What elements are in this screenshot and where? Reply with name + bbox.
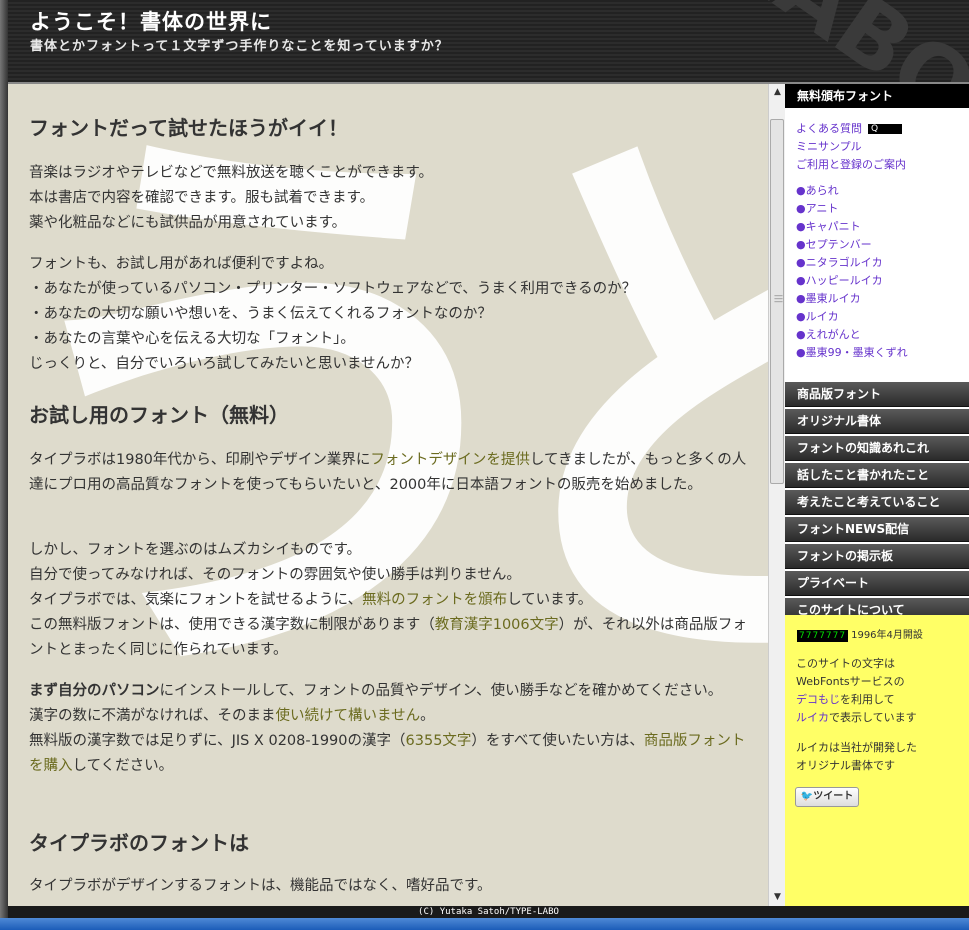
scroll-up-arrow-icon[interactable]: ▲	[769, 84, 786, 101]
heading-try-fonts: フォントだって試せたほうがイイ！	[29, 116, 348, 140]
link-ruika[interactable]: ルイカ	[796, 711, 829, 724]
tweet-button[interactable]: 🐦ツイート	[795, 787, 859, 807]
link-free-fonts[interactable]: 無料のフォントを頒布	[362, 592, 507, 608]
sidebar-links: よくある質問 Q ミニサンプル ご利用と登録のご案内	[785, 108, 969, 174]
font-item-happy-ruika[interactable]: ●ハッピールイカ	[796, 272, 969, 290]
sidebar-link-faq[interactable]: よくある質問	[796, 122, 862, 135]
site-header: LABO ようこそ！書体の世界に 書体とかフォントって１文字ずつ手作りなことを知…	[8, 0, 969, 82]
menu-item-thoughts[interactable]: 考えたこと考えていること	[785, 490, 969, 515]
site-title: ようこそ！書体の世界に	[30, 10, 272, 34]
counter-digits: 7777777	[797, 630, 849, 642]
header-watermark: LABO	[711, 0, 969, 82]
copyright-footer: (C) Yutaka Satoh/TYPE-LABO	[8, 906, 969, 918]
font-item-september[interactable]: ●セプテンバー	[796, 236, 969, 254]
menu-item-private[interactable]: プライベート	[785, 571, 969, 596]
grip-icon: — — —	[774, 291, 783, 307]
free-font-list: ●あられ ●アニト ●キャパニト ●セプテンバー ●ニタラゴルイカ ●ハッピール…	[785, 174, 969, 362]
link-6355-chars[interactable]: 6355文字	[406, 733, 472, 749]
link-decomoji[interactable]: デコもじ	[796, 693, 840, 706]
menu-item-font-news[interactable]: フォントNEWS配信	[785, 517, 969, 542]
scroll-thumb[interactable]: — — —	[770, 119, 784, 484]
q-badge-icon: Q	[868, 124, 902, 134]
heading-typelabo-fonts: タイプラボのフォントは	[29, 831, 249, 855]
font-item-elegant[interactable]: ●えれがんと	[796, 326, 969, 344]
os-taskbar	[0, 918, 969, 930]
link-kyoiku-kanji[interactable]: 教育漢字1006文字	[435, 617, 559, 633]
font-item-arare[interactable]: ●あられ	[796, 182, 969, 200]
sidebar-link-guide[interactable]: ご利用と登録のご案内	[796, 156, 969, 174]
font-item-bokuto-ruika[interactable]: ●墨東ルイカ	[796, 290, 969, 308]
main-content[interactable]: ありがとう フォントだって試せたほうがイイ！ 音楽はラジオやテレビなどで無料放送…	[8, 84, 768, 906]
site-info-box: 7777777 1996年4月開設 このサイトの文字は WebFontsサービスの…	[785, 615, 969, 906]
webfont-info: このサイトの文字は WebFontsサービスの デコもじを利用して ルイカで表示…	[796, 657, 917, 724]
font-item-ruika[interactable]: ●ルイカ	[796, 308, 969, 326]
site-subtitle: 書体とかフォントって１文字ずつ手作りなことを知っていますか？	[30, 39, 449, 54]
sidebar-menu: 商品版フォント オリジナル書体 フォントの知識あれこれ 話したこと書かれたこと …	[785, 382, 969, 625]
link-font-design[interactable]: フォントデザインを提供	[370, 452, 530, 468]
visit-counter: 7777777 1996年4月開設	[797, 626, 923, 642]
paragraph-install: まず自分のパソコンにインストールして、フォントの品質やデザイン、使い勝手などを確…	[29, 683, 746, 774]
window-frame	[0, 0, 8, 930]
menu-item-talks-writings[interactable]: 話したこと書かれたこと	[785, 463, 969, 488]
scroll-down-arrow-icon[interactable]: ▼	[769, 889, 786, 906]
font-item-bokuto99[interactable]: ●墨東99・墨東くずれ	[796, 344, 969, 362]
font-item-capanito[interactable]: ●キャパニト	[796, 218, 969, 236]
font-item-nitara-goruika[interactable]: ●ニタラゴルイカ	[796, 254, 969, 272]
paragraph-trial: フォントも、お試し用があれば便利ですよね。 ・あなたが使っているパソコン・プリン…	[29, 256, 637, 372]
since-text: 1996年4月開設	[851, 630, 923, 641]
link-keep-using[interactable]: 使い続けて構いません	[276, 708, 421, 724]
heading-free-fonts: お試し用のフォント（無料）	[29, 403, 289, 427]
paragraph-history: タイプラボは1980年代から、印刷やデザイン業界にフォントデザインを提供してきま…	[29, 452, 747, 493]
menu-item-bulletin-board[interactable]: フォントの掲示板	[785, 544, 969, 569]
vertical-scrollbar[interactable]: ▲ — — — ▼	[768, 84, 786, 906]
sidebar-link-mini-sample[interactable]: ミニサンプル	[796, 138, 969, 156]
font-item-anito[interactable]: ●アニト	[796, 200, 969, 218]
paragraph-philosophy: タイプラボがデザインするフォントは、機能品ではなく、嗜好品です。	[29, 878, 492, 894]
sidebar: 無料頒布フォント よくある質問 Q ミニサンプル ご利用と登録のご案内 ●あられ …	[785, 84, 969, 906]
menu-item-font-knowledge[interactable]: フォントの知識あれこれ	[785, 436, 969, 461]
twitter-bird-icon: 🐦	[800, 791, 814, 802]
menu-item-original-typefaces[interactable]: オリジナル書体	[785, 409, 969, 434]
paragraph-choosing: しかし、フォントを選ぶのはムズカシイものです。 自分で使ってみなければ、そのフォ…	[29, 542, 747, 658]
ruika-info: ルイカは当社が開発した オリジナル書体です	[796, 741, 917, 772]
menu-item-commercial-fonts[interactable]: 商品版フォント	[785, 382, 969, 407]
paragraph-intro: 音楽はラジオやテレビなどで無料放送を聴くことができます。 本は書店で内容を確認で…	[29, 165, 433, 231]
sidebar-heading: 無料頒布フォント	[785, 84, 969, 108]
